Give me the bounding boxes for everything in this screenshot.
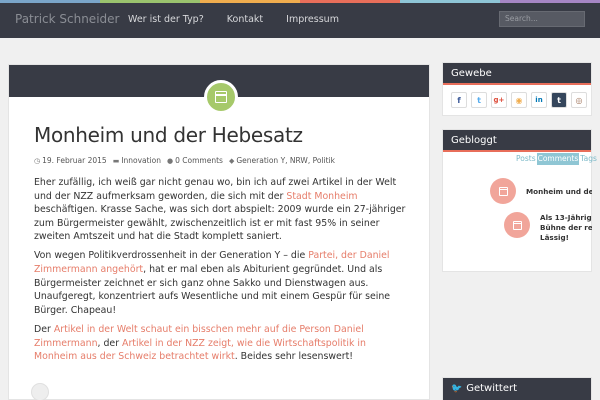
tab-tags[interactable]: Tags	[579, 153, 598, 165]
widget-title-gebloggt: Gebloggt	[443, 130, 591, 152]
link-stadt-monheim[interactable]: Stadt Monheim	[286, 191, 357, 202]
article-body: Eher zufällig, ich weiß gar nicht genau …	[34, 176, 406, 369]
linkedin-icon[interactable]: in	[531, 92, 547, 108]
widget-gebloggt: Gebloggt Posts Comments Tags Monheim und…	[442, 129, 597, 272]
text-span: , der	[97, 337, 123, 349]
search-input[interactable]: Search...	[499, 11, 585, 27]
comment-icon: ●	[167, 157, 174, 165]
meta-category[interactable]: ▬ Innovation	[113, 156, 161, 165]
text-span: Von wegen Politikverdrossenheit in der G…	[34, 250, 309, 262]
meta-tags-text[interactable]: Generation Y, NRW, Politik	[236, 156, 335, 165]
calendar-icon	[498, 186, 508, 196]
article-meta: ◷ 19. Februar 2015 ▬ Innovation ● 0 Comment…	[34, 156, 335, 165]
post-title-1[interactable]: Monheim und der H	[526, 187, 592, 197]
widget-gewebe: Gewebe f t g+ ◉ in t ◎	[442, 62, 592, 116]
meta-comments[interactable]: ● 0 Comments	[167, 156, 223, 165]
post-format-badge	[204, 80, 238, 114]
calendar-icon	[215, 91, 227, 103]
tag-icon: ◆	[228, 157, 235, 165]
post-title-2-line-2[interactable]: Bühne der re:p	[540, 223, 592, 233]
clock-icon: ◷	[34, 157, 41, 165]
widget-title-getwittert: 🐦 Getwittert	[443, 378, 591, 400]
instagram-icon[interactable]: ◎	[571, 92, 587, 108]
facebook-icon[interactable]: f	[451, 92, 467, 108]
post-title-2-line-1[interactable]: Als 13-Jährig	[540, 213, 592, 223]
paragraph-3: Der Artikel in der Welt schaut ein bissc…	[34, 323, 406, 364]
widget-title-getwittert-text: Getwittert	[466, 383, 518, 394]
calendar-icon	[512, 220, 522, 230]
article-title[interactable]: Monheim und der Hebesatz	[34, 123, 303, 147]
gebloggt-tabs: Posts Comments Tags	[515, 153, 598, 165]
post-thumb-2[interactable]	[504, 212, 530, 238]
social-icons: f t g+ ◉ in t ◎	[443, 85, 591, 108]
author-avatar	[31, 383, 49, 400]
text-span: . Beides sehr lesenswert!	[234, 351, 354, 363]
paragraph-1: Eher zufällig, ich weiß gar nicht genau …	[34, 176, 406, 244]
text-span: beschäftigen. Krasse Sache, was sich dor…	[34, 204, 406, 243]
text-span: Der	[34, 323, 54, 335]
folder-icon: ▬	[112, 157, 120, 165]
post-title-2-line-3[interactable]: Lässig!	[540, 233, 592, 243]
meta-comments-text[interactable]: 0 Comments	[175, 156, 223, 165]
main-nav: Wer ist der Typ? Kontakt Impressum	[128, 14, 362, 25]
twitter-icon[interactable]: t	[471, 92, 487, 108]
post-thumb-1[interactable]	[490, 178, 516, 204]
widget-getwittert: 🐦 Getwittert	[442, 377, 592, 400]
site-brand[interactable]: Patrick Schneider	[15, 12, 119, 26]
meta-date-text: 19. Februar 2015	[42, 156, 107, 165]
twitter-bird-icon: 🐦	[451, 384, 463, 394]
nav-item-imprint[interactable]: Impressum	[286, 14, 339, 25]
tumblr-icon[interactable]: t	[551, 92, 567, 108]
tab-comments[interactable]: Comments	[536, 153, 580, 165]
tab-posts[interactable]: Posts	[515, 153, 537, 165]
googleplus-icon[interactable]: g+	[491, 92, 507, 108]
site-header: Patrick Schneider Wer ist der Typ? Konta…	[0, 3, 600, 38]
paragraph-2: Von wegen Politikverdrossenheit in der G…	[34, 249, 406, 317]
meta-tags[interactable]: ◆ Generation Y, NRW, Politik	[229, 156, 335, 165]
meta-category-text[interactable]: Innovation	[121, 156, 161, 165]
widget-title-gewebe: Gewebe	[443, 63, 591, 85]
meta-date: ◷ 19. Februar 2015	[34, 156, 107, 165]
rss-icon[interactable]: ◉	[511, 92, 527, 108]
nav-item-contact[interactable]: Kontakt	[227, 14, 263, 25]
article-card: Monheim und der Hebesatz ◷ 19. Februar 20…	[8, 64, 430, 400]
nav-item-about[interactable]: Wer ist der Typ?	[128, 14, 204, 25]
